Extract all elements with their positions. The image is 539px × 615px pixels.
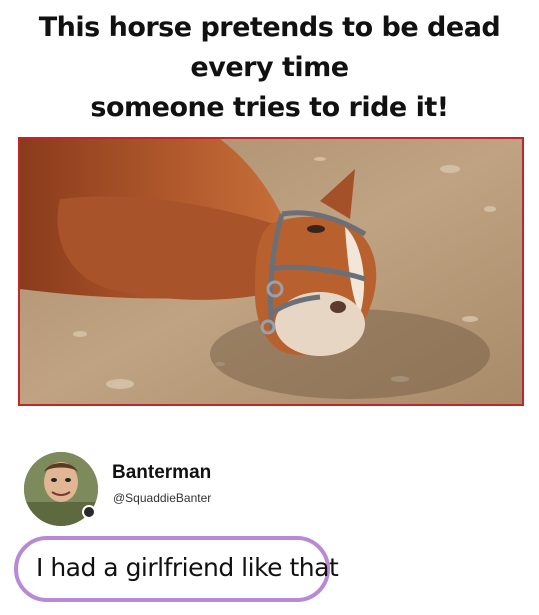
horse-illustration — [20, 139, 522, 404]
headline-line-1: This horse pretends to be dead every tim… — [38, 12, 501, 83]
horse-nostril — [330, 301, 346, 313]
horse-photo — [18, 137, 524, 406]
horse-muzzle — [275, 292, 365, 356]
display-name[interactable]: Banterman — [112, 462, 211, 484]
user-handle[interactable]: @SquaddieBanter — [113, 491, 211, 505]
headline-line-2: someone tries to ride it! — [90, 92, 449, 123]
horse-eye — [307, 225, 325, 233]
badge-icon — [82, 505, 96, 519]
reply-text: I had a girlfriend like that — [36, 553, 339, 582]
meme-headline: This horse pretends to be dead every tim… — [0, 8, 539, 128]
